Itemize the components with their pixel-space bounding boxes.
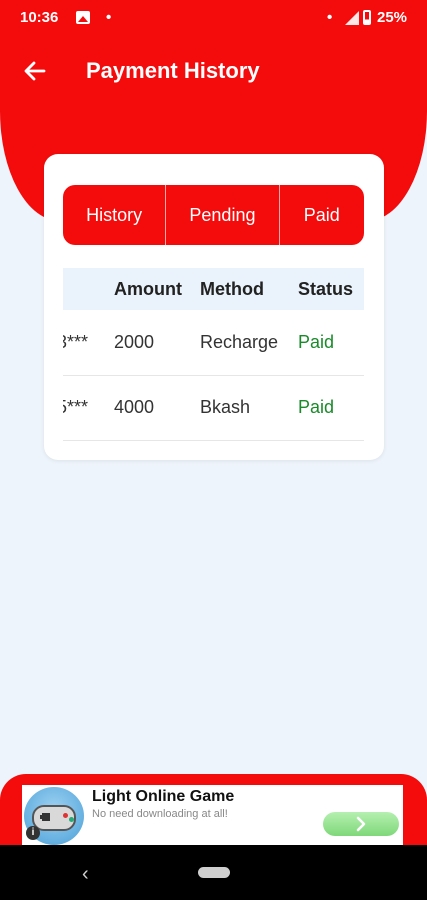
cell-amount: 4000 xyxy=(114,397,155,417)
signal-icon xyxy=(345,11,359,25)
battery-icon xyxy=(363,10,371,25)
image-icon xyxy=(76,11,90,24)
arrow-left-icon[interactable] xyxy=(22,58,48,84)
notification-dot: • xyxy=(106,9,112,26)
table-row: 3*** 2000 Recharge Paid xyxy=(63,311,364,376)
gamepad-shape xyxy=(32,805,76,831)
tab-paid[interactable]: Paid xyxy=(280,185,364,245)
cell-status: Paid xyxy=(298,397,335,417)
tab-pending[interactable]: Pending xyxy=(166,185,280,245)
cell-id: 3*** xyxy=(63,332,89,352)
notification-dot: • xyxy=(327,9,333,26)
cell-method: Bkash xyxy=(200,397,251,417)
page-title: Payment History xyxy=(86,58,260,83)
cell-amount: 2000 xyxy=(114,332,155,352)
tab-history[interactable]: History xyxy=(63,185,167,245)
system-nav-bar: ‹ xyxy=(0,845,427,900)
payment-card: History Pending Paid Amount Method Statu… xyxy=(44,154,384,460)
app-header: Payment History xyxy=(0,36,427,106)
ad-title[interactable]: Light Online Game xyxy=(92,788,234,806)
column-header-amount: Amount xyxy=(114,279,182,299)
column-header-method: Method xyxy=(200,279,264,299)
status-bar: 10:36 • • 25% xyxy=(0,0,427,36)
info-icon[interactable]: i xyxy=(26,826,40,840)
ad-banner[interactable]: i Light Online Game No need downloading … xyxy=(22,785,403,845)
cell-method: Recharge xyxy=(200,332,279,352)
ad-open-button[interactable] xyxy=(323,812,399,836)
table-header: Amount Method Status xyxy=(63,268,364,310)
tab-bar: History Pending Paid xyxy=(63,185,364,245)
status-time: 10:36 xyxy=(20,9,59,26)
cell-id: 5*** xyxy=(63,397,89,417)
ad-subtitle: No need downloading at all! xyxy=(92,808,228,820)
column-header-status: Status xyxy=(298,279,354,299)
nav-back-icon[interactable]: ‹ xyxy=(82,863,89,886)
nav-home-icon[interactable] xyxy=(198,867,230,878)
payment-table[interactable]: Amount Method Status 3*** 2000 Recharge … xyxy=(63,268,364,442)
chevron-right-icon xyxy=(356,816,366,832)
table-row: 5*** 4000 Bkash Paid xyxy=(63,376,364,441)
cell-status: Paid xyxy=(298,332,335,352)
battery-percent: 25% xyxy=(377,9,408,26)
